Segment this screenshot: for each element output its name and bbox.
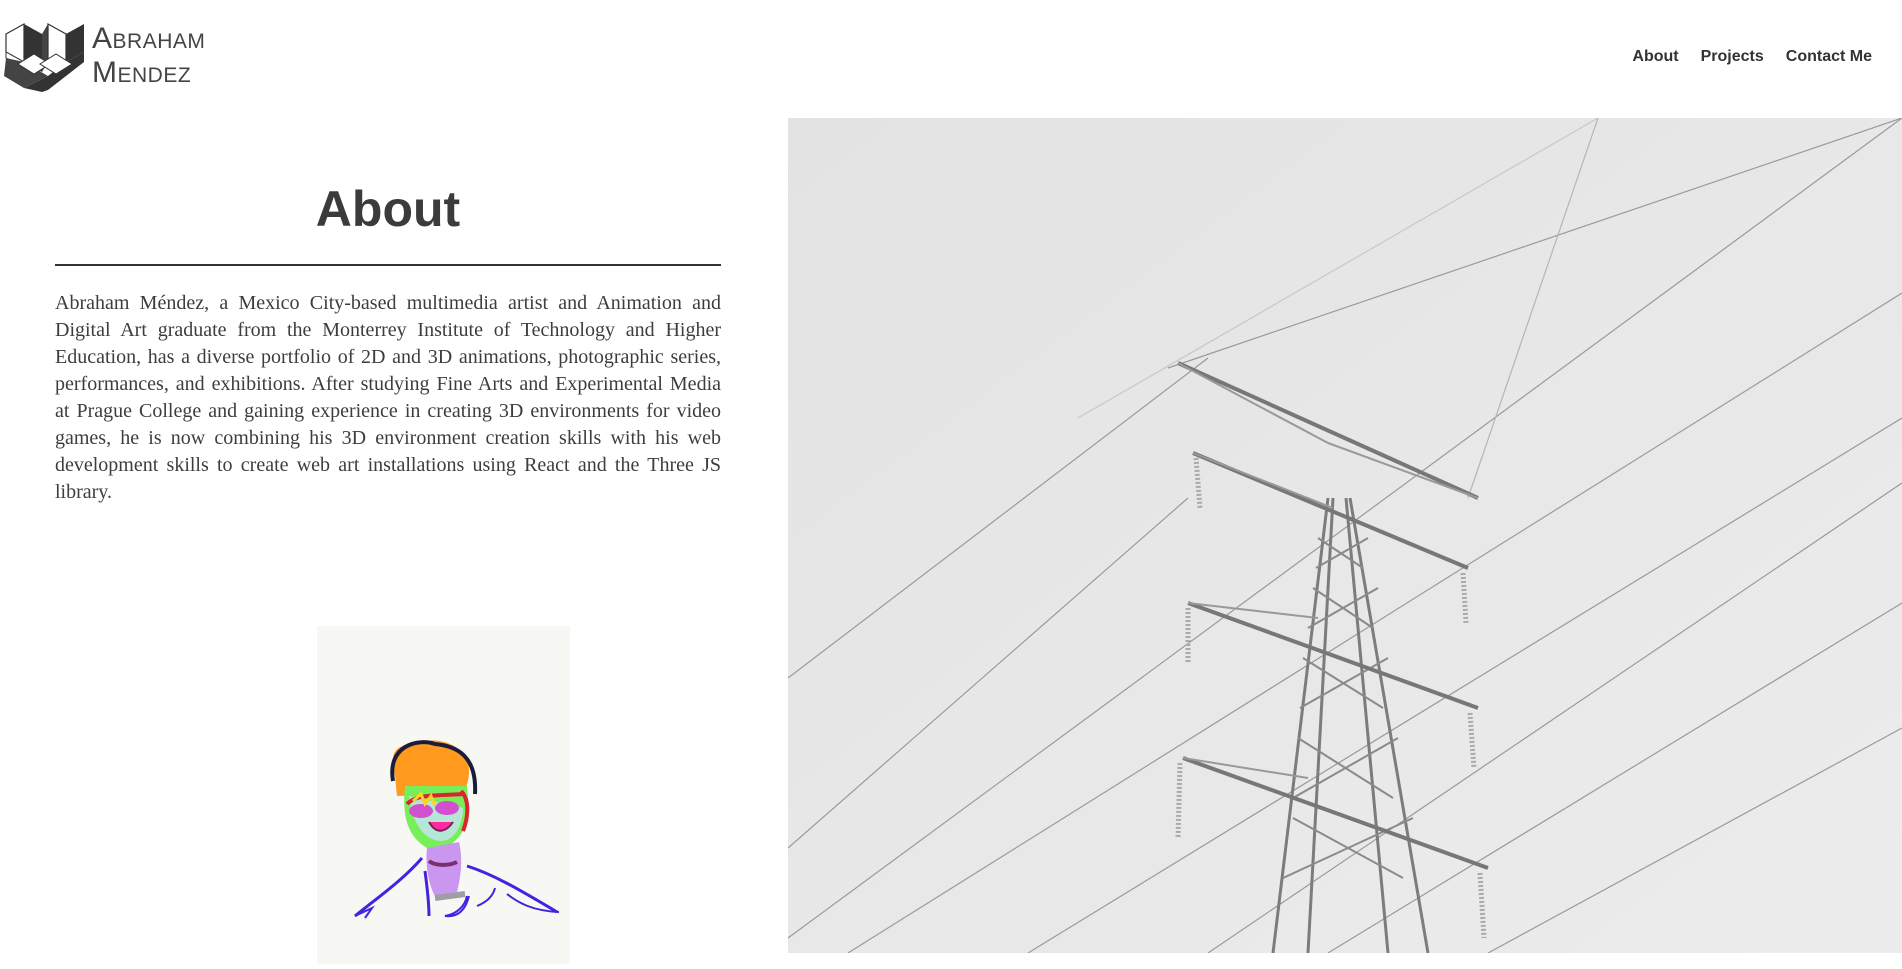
power-tower-illustration [788, 118, 1902, 953]
main-nav: About Projects Contact Me [1632, 48, 1872, 66]
nav-contact[interactable]: Contact Me [1786, 48, 1872, 66]
site-header: ABRAHAM MENDEZ About Projects Contact Me [0, 0, 1902, 118]
cube-logo-icon [4, 22, 84, 92]
logo-wordmark: ABRAHAM MENDEZ [92, 23, 205, 91]
logo-line-last: MENDEZ [92, 57, 205, 91]
portrait-illustration [317, 626, 570, 964]
page-title: About [315, 181, 461, 237]
nav-projects[interactable]: Projects [1701, 48, 1764, 66]
site-logo[interactable]: ABRAHAM MENDEZ [4, 22, 205, 92]
title-divider [55, 264, 721, 266]
portrait-drawing [354, 740, 560, 919]
logo-cap-m: M [92, 56, 118, 89]
about-section: About Abraham Méndez, a Mexico City-base… [55, 118, 721, 964]
hero-photo-power-tower [788, 118, 1902, 953]
about-paragraph: Abraham Méndez, a Mexico City-based mult… [55, 292, 721, 503]
logo-cap-a: A [92, 22, 113, 55]
nav-about[interactable]: About [1632, 48, 1678, 66]
logo-rest-endez: ENDEZ [117, 64, 192, 87]
logo-line-first: ABRAHAM [92, 23, 205, 57]
logo-rest-braham: BRAHAM [112, 30, 206, 53]
